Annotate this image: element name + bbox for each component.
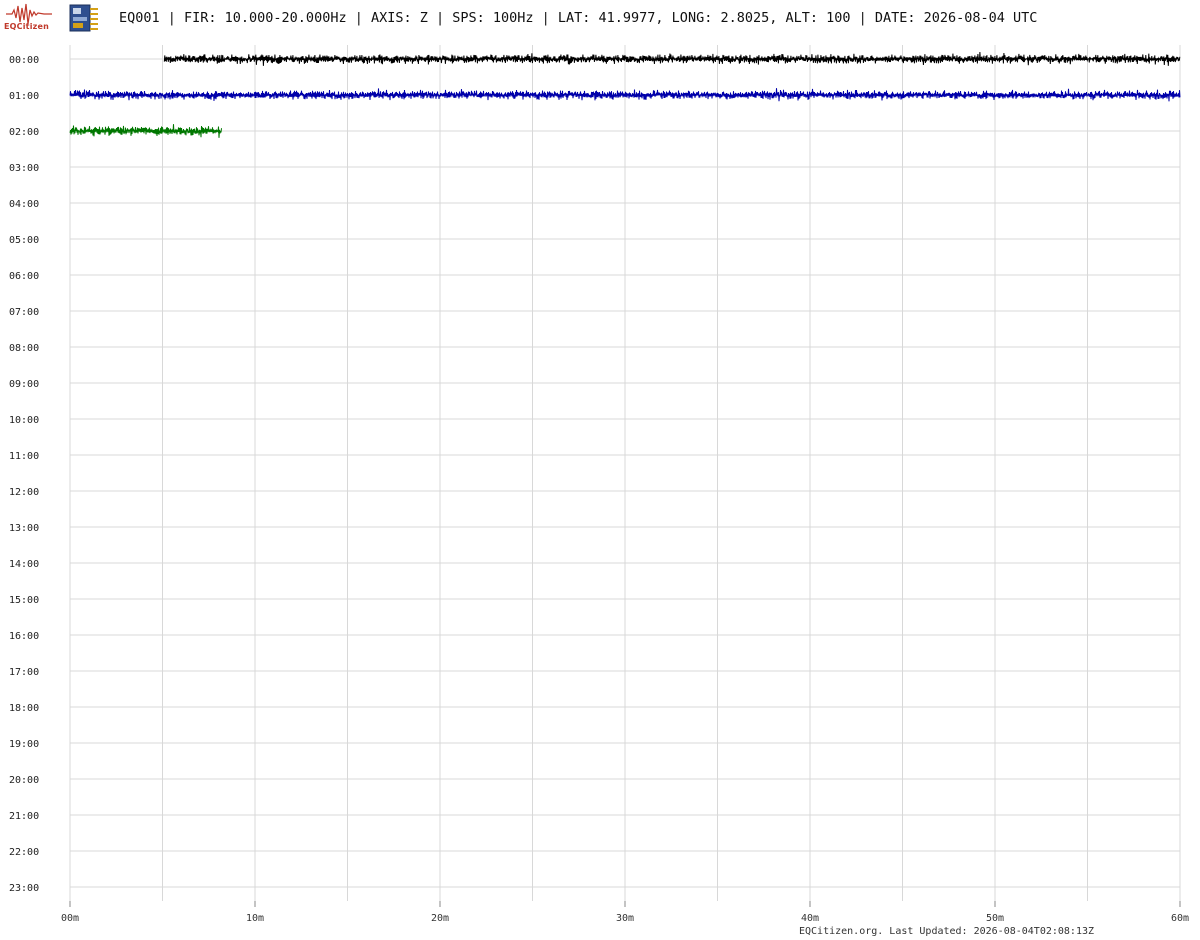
x-tick-label: 10m xyxy=(246,913,264,924)
x-tick-label: 00m xyxy=(61,913,79,924)
x-tick-label: 60m xyxy=(1171,913,1189,924)
row-label: 07:00 xyxy=(9,307,39,318)
row-label: 09:00 xyxy=(9,379,39,390)
row-label: 13:00 xyxy=(9,523,39,534)
row-label: 02:00 xyxy=(9,127,39,138)
x-tick-label: 50m xyxy=(986,913,1004,924)
row-label: 18:00 xyxy=(9,703,39,714)
row-label: 19:00 xyxy=(9,739,39,750)
x-tick-label: 40m xyxy=(801,913,819,924)
row-label: 03:00 xyxy=(9,163,39,174)
trace-0200 xyxy=(69,124,222,138)
row-label: 12:00 xyxy=(9,487,39,498)
row-label: 17:00 xyxy=(9,667,39,678)
row-label: 15:00 xyxy=(9,595,39,606)
trace-0000 xyxy=(163,51,1181,66)
row-label: 08:00 xyxy=(9,343,39,354)
x-tick-label: 20m xyxy=(431,913,449,924)
row-label: 01:00 xyxy=(9,91,39,102)
footer-updated: EQCitizen.org. Last Updated: 2026-08-04T… xyxy=(799,926,1095,937)
x-tick-label: 30m xyxy=(616,913,634,924)
helicorder-plot: 00:00 01:00 02:00 03:00 04:00 05:00 06:00 07:00… xyxy=(9,45,1189,924)
row-label: 16:00 xyxy=(9,631,39,642)
row-label: 20:00 xyxy=(9,775,39,786)
row-label: 14:00 xyxy=(9,559,39,570)
row-label: 00:00 xyxy=(9,55,39,66)
row-label: 23:00 xyxy=(9,883,39,894)
row-label: 21:00 xyxy=(9,811,39,822)
row-label: 10:00 xyxy=(9,415,39,426)
row-label: 11:00 xyxy=(9,451,39,462)
row-label: 22:00 xyxy=(9,847,39,858)
row-label: 04:00 xyxy=(9,199,39,210)
row-label: 06:00 xyxy=(9,271,39,282)
row-label: 05:00 xyxy=(9,235,39,246)
